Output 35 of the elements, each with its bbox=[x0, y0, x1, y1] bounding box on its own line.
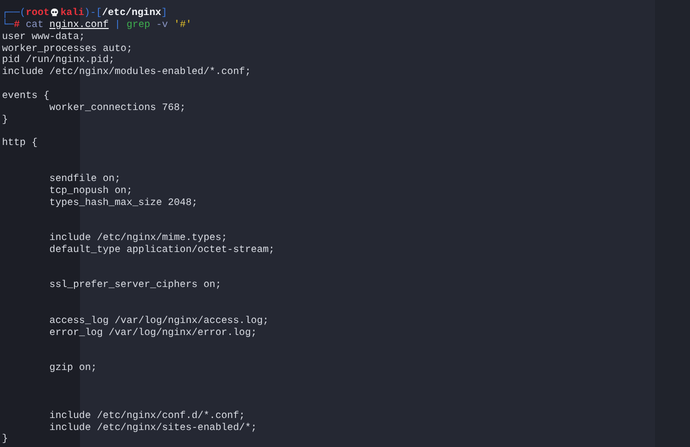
output-line: } bbox=[2, 114, 8, 126]
output-line: error_log /var/log/nginx/error.log; bbox=[48, 326, 257, 339]
command-option: -v bbox=[156, 18, 168, 31]
output-line: worker_processes auto; bbox=[2, 42, 132, 54]
output-line: user www-data; bbox=[2, 30, 85, 43]
output-line: } bbox=[2, 433, 8, 446]
output-line: gzip on; bbox=[48, 362, 97, 374]
prompt-user: root bbox=[26, 7, 50, 19]
command-text: cat bbox=[26, 18, 44, 31]
command-text: grep bbox=[126, 18, 150, 31]
output-line: include /etc/nginx/sites-enabled/*; bbox=[48, 422, 257, 434]
output-line: sendfile on; bbox=[48, 172, 121, 185]
output-line: tcp_nopush on; bbox=[48, 184, 132, 196]
prompt-frame: | bbox=[114, 18, 121, 31]
prompt-path: /etc/nginx bbox=[102, 7, 162, 19]
prompt-frame: └─ bbox=[2, 18, 14, 31]
prompt-frame: )-[ bbox=[84, 7, 102, 19]
prompt-host: kali bbox=[60, 7, 84, 19]
output-line: worker_connections 768; bbox=[48, 102, 186, 114]
file-argument: nginx.conf bbox=[49, 18, 109, 31]
prompt-symbol: # bbox=[14, 18, 20, 31]
output-line: pid /run/nginx.pid; bbox=[2, 54, 115, 66]
output-line: types_hash_max_size 2048; bbox=[48, 196, 198, 208]
output-line: http { bbox=[2, 137, 38, 150]
string-argument: '#' bbox=[174, 18, 192, 31]
output-line: include /etc/nginx/mime.types; bbox=[48, 232, 228, 244]
prompt-frame: ] bbox=[161, 7, 168, 19]
skull-icon bbox=[50, 8, 60, 18]
output-line: include /etc/nginx/modules-enabled/*.conf; bbox=[2, 66, 251, 78]
output-line: events { bbox=[2, 90, 50, 102]
prompt-frame: ┌──( bbox=[2, 7, 26, 19]
output-line: access_log /var/log/nginx/access.log; bbox=[48, 314, 269, 327]
output-line: include /etc/nginx/conf.d/*.conf; bbox=[48, 410, 245, 422]
output-line: default_type application/octet-stream; bbox=[48, 244, 275, 256]
output-line: ssl_prefer_server_ciphers on; bbox=[48, 279, 222, 292]
